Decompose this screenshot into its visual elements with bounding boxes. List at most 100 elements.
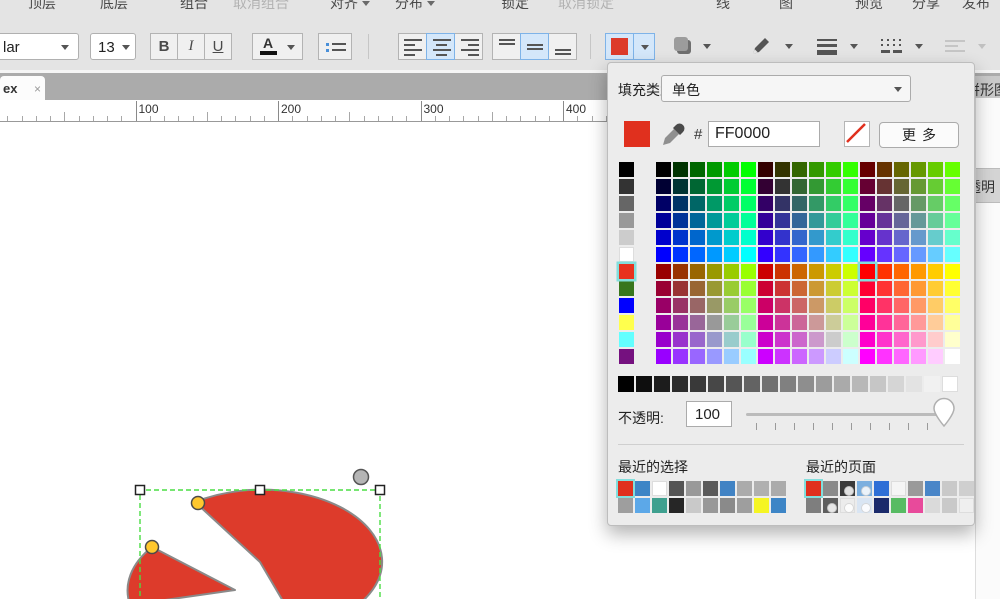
- palette-cell[interactable]: [741, 281, 756, 296]
- palette-cell[interactable]: [673, 332, 688, 347]
- palette-cell[interactable]: [945, 179, 960, 194]
- recent-color[interactable]: [652, 481, 667, 496]
- palette-cell[interactable]: [741, 230, 756, 245]
- recent-color[interactable]: [652, 498, 667, 513]
- recent-page-thumb[interactable]: [925, 481, 940, 496]
- palette-cell[interactable]: [894, 179, 909, 194]
- palette-cell[interactable]: [860, 179, 875, 194]
- palette-cell[interactable]: [707, 213, 722, 228]
- hex-color-input[interactable]: [708, 121, 820, 147]
- palette-cell[interactable]: [911, 162, 926, 177]
- palette-cell[interactable]: [809, 179, 824, 194]
- palette-cell[interactable]: [894, 213, 909, 228]
- palette-cell[interactable]: [724, 196, 739, 211]
- palette-cell[interactable]: [928, 349, 943, 364]
- palette-cell[interactable]: [741, 247, 756, 262]
- palette-cell[interactable]: [758, 298, 773, 313]
- palette-cell[interactable]: [860, 230, 875, 245]
- recent-color[interactable]: [669, 481, 684, 496]
- opacity-slider-track[interactable]: [746, 413, 940, 416]
- palette-cell[interactable]: [673, 230, 688, 245]
- resize-handle-top-left[interactable]: [136, 486, 145, 495]
- palette-cell[interactable]: [843, 264, 858, 279]
- palette-cell[interactable]: [656, 213, 671, 228]
- palette-cell[interactable]: [843, 298, 858, 313]
- palette-cell[interactable]: [860, 281, 875, 296]
- palette-cell[interactable]: [843, 179, 858, 194]
- palette-cell[interactable]: [809, 264, 824, 279]
- palette-cell[interactable]: [707, 315, 722, 330]
- palette-cell[interactable]: [758, 281, 773, 296]
- eyedropper-icon[interactable]: [658, 117, 686, 149]
- palette-cell[interactable]: [928, 281, 943, 296]
- palette-cell[interactable]: [877, 179, 892, 194]
- palette-cell[interactable]: [877, 349, 892, 364]
- recent-color[interactable]: [635, 498, 650, 513]
- grayscale-cell[interactable]: [690, 376, 706, 392]
- palette-cell[interactable]: [673, 213, 688, 228]
- palette-cell[interactable]: [894, 349, 909, 364]
- recent-page-thumb[interactable]: [959, 481, 974, 496]
- basic-color-cell[interactable]: [619, 179, 634, 194]
- palette-cell[interactable]: [724, 230, 739, 245]
- palette-cell[interactable]: [724, 213, 739, 228]
- recent-page-thumb[interactable]: [925, 498, 940, 513]
- palette-cell[interactable]: [809, 247, 824, 262]
- palette-cell[interactable]: [758, 349, 773, 364]
- pie-chart-shape[interactable]: [195, 490, 382, 599]
- palette-cell[interactable]: [843, 332, 858, 347]
- recent-color[interactable]: [737, 481, 752, 496]
- palette-cell[interactable]: [860, 349, 875, 364]
- recent-page-thumb[interactable]: [840, 498, 855, 513]
- align-vertical-1[interactable]: [520, 33, 549, 60]
- palette-cell[interactable]: [673, 247, 688, 262]
- basic-color-cell[interactable]: [619, 213, 634, 228]
- palette-cell[interactable]: [894, 162, 909, 177]
- basic-color-cell[interactable]: [619, 298, 634, 313]
- palette-cell[interactable]: [809, 315, 824, 330]
- palette-cell[interactable]: [843, 230, 858, 245]
- pie-slice-shape[interactable]: [128, 547, 235, 599]
- palette-cell[interactable]: [945, 196, 960, 211]
- palette-cell[interactable]: [894, 196, 909, 211]
- palette-cell[interactable]: [877, 213, 892, 228]
- palette-cell[interactable]: [928, 264, 943, 279]
- palette-cell[interactable]: [945, 332, 960, 347]
- palette-cell[interactable]: [826, 264, 841, 279]
- palette-cell[interactable]: [928, 213, 943, 228]
- palette-cell[interactable]: [758, 264, 773, 279]
- palette-cell[interactable]: [928, 247, 943, 262]
- palette-cell[interactable]: [775, 213, 790, 228]
- palette-cell[interactable]: [690, 213, 705, 228]
- palette-cell[interactable]: [758, 332, 773, 347]
- recent-page-thumb[interactable]: [857, 481, 872, 496]
- palette-cell[interactable]: [826, 230, 841, 245]
- palette-cell[interactable]: [724, 281, 739, 296]
- palette-cell[interactable]: [775, 179, 790, 194]
- palette-cell[interactable]: [792, 264, 807, 279]
- basic-color-cell[interactable]: [619, 264, 634, 279]
- palette-cell[interactable]: [656, 332, 671, 347]
- palette-cell[interactable]: [656, 179, 671, 194]
- palette-cell[interactable]: [945, 298, 960, 313]
- palette-cell[interactable]: [911, 281, 926, 296]
- recent-page-thumb[interactable]: [891, 481, 906, 496]
- palette-cell[interactable]: [860, 264, 875, 279]
- palette-cell[interactable]: [911, 298, 926, 313]
- palette-cell[interactable]: [758, 247, 773, 262]
- palette-cell[interactable]: [894, 315, 909, 330]
- palette-cell[interactable]: [656, 298, 671, 313]
- palette-cell[interactable]: [656, 315, 671, 330]
- palette-cell[interactable]: [860, 315, 875, 330]
- basic-color-cell[interactable]: [619, 315, 634, 330]
- palette-cell[interactable]: [741, 162, 756, 177]
- palette-cell[interactable]: [843, 315, 858, 330]
- palette-cell[interactable]: [724, 332, 739, 347]
- palette-cell[interactable]: [928, 298, 943, 313]
- palette-cell[interactable]: [724, 264, 739, 279]
- palette-cell[interactable]: [843, 349, 858, 364]
- palette-cell[interactable]: [758, 230, 773, 245]
- palette-cell[interactable]: [826, 281, 841, 296]
- palette-cell[interactable]: [911, 315, 926, 330]
- palette-cell[interactable]: [690, 332, 705, 347]
